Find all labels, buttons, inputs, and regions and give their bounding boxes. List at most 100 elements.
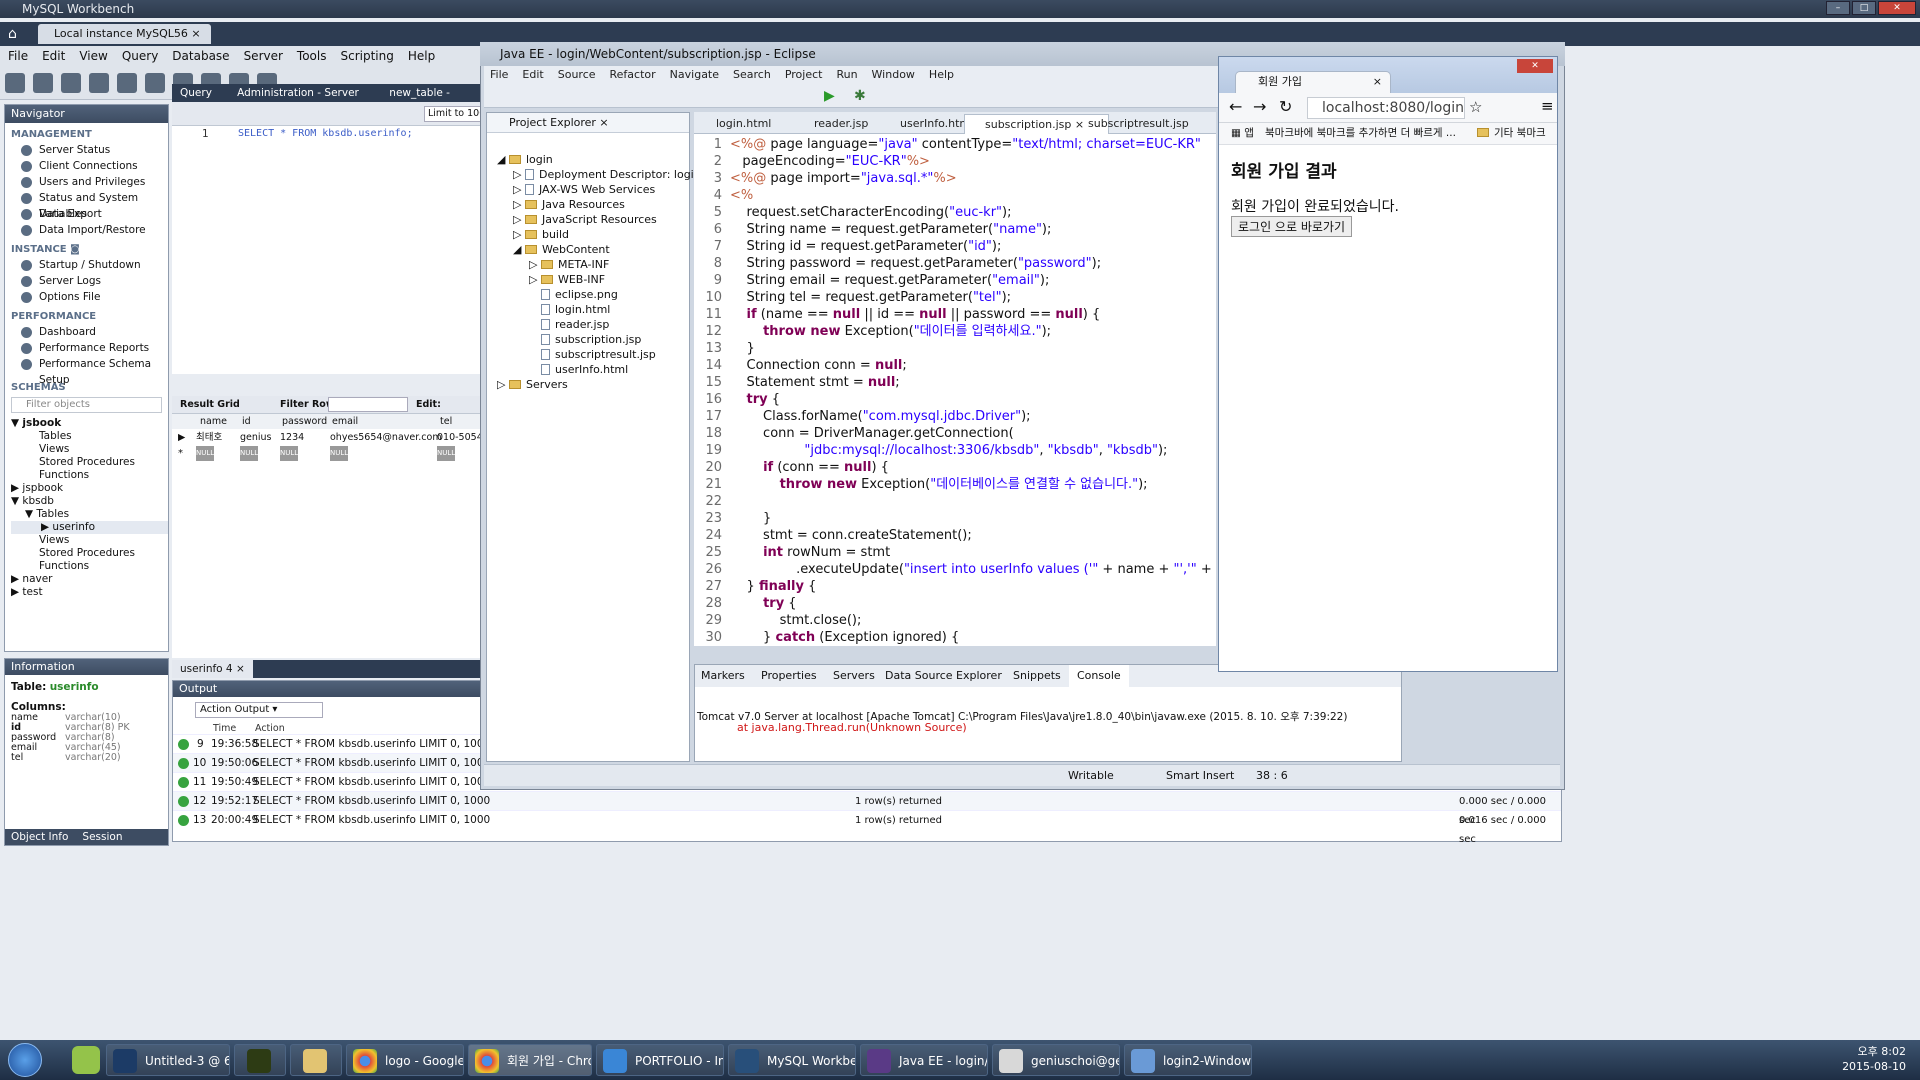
sql-editor[interactable]: 1 SELECT * FROM kbsdb.userinfo; (172, 126, 482, 374)
menu-file[interactable]: File (490, 66, 508, 84)
menu-help[interactable]: Help (408, 46, 435, 66)
taskbar-mysql-workbench[interactable]: MySQL Workbench (728, 1044, 856, 1076)
reload-icon[interactable]: ↻ (1279, 97, 1292, 116)
menu-help[interactable]: Help (929, 66, 954, 84)
tab-query-1[interactable]: Query 1 (172, 84, 230, 117)
inspector-icon[interactable] (61, 73, 81, 93)
null-cell[interactable]: NULL (280, 446, 299, 461)
tree-node-userinfo-html[interactable]: userInfo.html (541, 363, 628, 376)
tree-node-jaxws[interactable]: ▷ JAX-WS Web Services (513, 183, 655, 196)
tree-node-reader-jsp[interactable]: reader.jsp (541, 318, 609, 331)
close-tab-icon[interactable]: × (1373, 72, 1382, 92)
cell[interactable]: 1234 (280, 430, 304, 445)
tree-node-deployment[interactable]: ▷ Deployment Descriptor: login (513, 168, 701, 181)
menu-navigate[interactable]: Navigate (670, 66, 719, 84)
nav-client-connections[interactable]: Client Connections (5, 158, 168, 174)
menu-database[interactable]: Database (172, 46, 229, 66)
nav-startup-shutdown[interactable]: Startup / Shutdown (5, 257, 168, 273)
nav-data-export[interactable]: Data Export (5, 206, 168, 222)
tree-node-js-resources[interactable]: ▷ JavaScript Resources (513, 213, 657, 226)
taskbar-explorer[interactable] (290, 1044, 342, 1076)
connection-tab[interactable]: Local instance MySQL56 × (38, 24, 211, 44)
tree-node-tables[interactable]: ▼ Tables (11, 508, 168, 521)
filter-rows-input[interactable] (328, 397, 408, 412)
tab-markers[interactable]: Markers (701, 665, 745, 687)
tree-node-login-html[interactable]: login.html (541, 303, 610, 316)
null-cell[interactable]: NULL (437, 446, 456, 461)
nav-performance-schema[interactable]: Performance Schema Setup (5, 356, 168, 386)
tree-node-jspbook[interactable]: ▶ jspbook (11, 482, 168, 495)
tab-properties[interactable]: Properties (761, 665, 817, 687)
maximize-button[interactable]: □ (1852, 1, 1876, 15)
col-header[interactable]: password (282, 414, 327, 429)
tree-node-kbsdb[interactable]: ▼ kbsdb (11, 495, 168, 508)
menu-run[interactable]: Run (836, 66, 857, 84)
tree-node-stored-procedures[interactable]: Stored Procedures (11, 456, 168, 469)
menu-project[interactable]: Project (785, 66, 823, 84)
output-type-select[interactable]: Action Output ▾ (195, 702, 323, 718)
col-header[interactable]: id (242, 414, 251, 429)
tree-node-subscription-jsp[interactable]: subscription.jsp (541, 333, 641, 346)
run-icon[interactable]: ▶ (824, 88, 835, 104)
nav-status-variables[interactable]: Status and System Variables (5, 190, 168, 220)
tree-node-servers[interactable]: ▷ Servers (497, 378, 568, 391)
tab-userinfo-html[interactable]: userInfo.html (880, 114, 973, 134)
tab-subscriptresult-jsp[interactable]: subscriptresult.jsp (1068, 114, 1189, 134)
open-sql-icon[interactable] (33, 73, 53, 93)
taskbar-photoshop[interactable]: Untitled-3 @ 66.... (106, 1044, 230, 1076)
tab-snippets[interactable]: Snippets (1013, 665, 1061, 687)
col-header[interactable]: tel (440, 414, 452, 429)
tab-login-html[interactable]: login.html (696, 114, 771, 134)
tree-node-web-inf[interactable]: ▷ WEB-INF (529, 273, 605, 286)
menu-view[interactable]: View (79, 46, 107, 66)
tree-node-userinfo[interactable]: ▶ userinfo (11, 521, 168, 534)
menu-refactor[interactable]: Refactor (610, 66, 656, 84)
cell[interactable]: 최태호 (196, 430, 222, 445)
tree-node-webcontent[interactable]: ◢ WebContent (513, 243, 610, 256)
cell[interactable]: ohyes5654@naver.com (330, 430, 442, 445)
tree-node-naver[interactable]: ▶ naver (11, 573, 168, 586)
create-table-icon[interactable] (117, 73, 137, 93)
close-icon[interactable]: × (191, 27, 200, 40)
menu-server[interactable]: Server (244, 46, 283, 66)
taskbar-chrome-logo[interactable]: logo - Google 검... (346, 1044, 464, 1076)
taskbar-chrome-signup[interactable]: 회원 가입 - Chro... (468, 1044, 592, 1076)
col-header[interactable]: name (200, 414, 227, 429)
tree-node-build[interactable]: ▷ build (513, 228, 569, 241)
tree-node-login[interactable]: ◢ login (497, 153, 553, 166)
project-explorer-tab[interactable]: Project Explorer × (487, 113, 689, 133)
null-cell[interactable]: NULL (330, 446, 349, 461)
new-row[interactable]: * NULL NULL NULL NULL NULL (172, 446, 482, 461)
tab-object-info[interactable]: Object Info (11, 829, 68, 845)
nav-performance-reports[interactable]: Performance Reports (5, 340, 168, 356)
list-item[interactable]: 12 19:52:17 SELECT * FROM kbsdb.userinfo L… (173, 791, 1561, 826)
menu-source[interactable]: Source (558, 66, 596, 84)
system-clock[interactable]: 오후 8:02 2015-08-10 (1842, 1044, 1906, 1074)
menu-edit[interactable]: Edit (522, 66, 543, 84)
tab-server-logs[interactable]: Administration - Server Logs (229, 84, 381, 117)
menu-tools[interactable]: Tools (297, 46, 327, 66)
tab-userinfo-4[interactable]: userinfo 4 × (172, 660, 253, 678)
schema-filter-input[interactable]: Filter objects (11, 397, 162, 413)
tree-node-functions[interactable]: Functions (11, 469, 168, 482)
forward-icon[interactable]: → (1253, 97, 1266, 116)
minimize-button[interactable]: – (1826, 1, 1850, 15)
back-icon[interactable]: ← (1229, 97, 1242, 116)
null-cell[interactable]: NULL (196, 446, 215, 461)
limit-select[interactable]: Limit to 1000 r (424, 106, 484, 122)
nav-options-file[interactable]: Options File (5, 289, 168, 305)
taskbar-eclipse[interactable]: Java EE - login/W... (860, 1044, 988, 1076)
taskbar-messenger[interactable]: geniuschoi@geni... (992, 1044, 1120, 1076)
menu-query[interactable]: Query (122, 46, 158, 66)
tab-console[interactable]: Console (1069, 665, 1129, 687)
tab-data-source-explorer[interactable]: Data Source Explorer (885, 665, 1002, 687)
menu-scripting[interactable]: Scripting (340, 46, 393, 66)
menu-edit[interactable]: Edit (42, 46, 65, 66)
browser-tab[interactable]: 회원 가입 × (1235, 71, 1391, 93)
create-view-icon[interactable] (145, 73, 165, 93)
tab-session[interactable]: Session (82, 829, 122, 845)
col-header[interactable]: email (332, 414, 358, 429)
debug-icon[interactable]: ✱ (854, 88, 866, 104)
new-sql-tab-icon[interactable] (5, 73, 25, 93)
nav-data-import[interactable]: Data Import/Restore (5, 222, 168, 238)
